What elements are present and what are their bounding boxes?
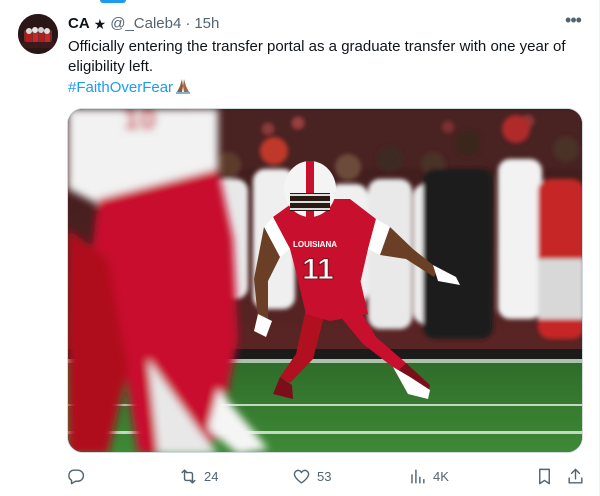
tweet-photo[interactable]: LOUISIANA 11 10 <box>67 108 583 453</box>
tweet-actions: 24 53 4K <box>60 464 590 488</box>
reply-icon <box>68 468 85 484</box>
hashtag-link[interactable]: #FaithOverFear <box>68 79 173 96</box>
share-icon <box>568 468 583 484</box>
views-count: 4K <box>433 468 449 484</box>
tweet-header: CA ★ @_Caleb4 · 15h ••• <box>68 11 583 34</box>
football-photo: LOUISIANA 11 10 <box>68 109 582 452</box>
avatar-image <box>18 14 58 54</box>
author-handle[interactable]: @_Caleb4 <box>110 14 181 34</box>
author-name[interactable]: CA <box>68 14 90 34</box>
blurred-jersey-number: 10 <box>123 109 156 136</box>
tweet[interactable]: CA ★ @_Caleb4 · 15h ••• Officially enter… <box>0 0 599 496</box>
bookmark-button[interactable] <box>535 464 554 488</box>
hashtag-line: #FaithOverFear <box>68 77 192 98</box>
share-button[interactable] <box>566 464 585 488</box>
bookmark-icon <box>539 468 550 484</box>
like-button[interactable]: 53 <box>292 464 331 488</box>
folded-hands-emoji-icon <box>174 77 192 95</box>
star-badge: ★ <box>93 16 107 32</box>
retweet-count: 24 <box>204 468 219 484</box>
views-chart-icon <box>411 468 425 484</box>
retweet-button[interactable]: 24 <box>179 464 218 488</box>
retweet-icon <box>181 468 196 484</box>
avatar[interactable] <box>18 14 58 54</box>
separator-dot: · <box>185 15 191 32</box>
jersey-number: 11 <box>302 253 334 286</box>
views-button[interactable]: 4K <box>408 464 449 488</box>
reply-button[interactable] <box>66 464 85 488</box>
jersey-team-text: LOUISIANA <box>293 240 337 249</box>
tweet-text: Officially entering the transfer portal … <box>68 38 566 75</box>
tweet-timestamp[interactable]: 15h <box>194 14 219 34</box>
more-options-icon[interactable]: ••• <box>563 11 583 34</box>
like-count: 53 <box>317 468 332 484</box>
heart-icon <box>293 469 310 484</box>
